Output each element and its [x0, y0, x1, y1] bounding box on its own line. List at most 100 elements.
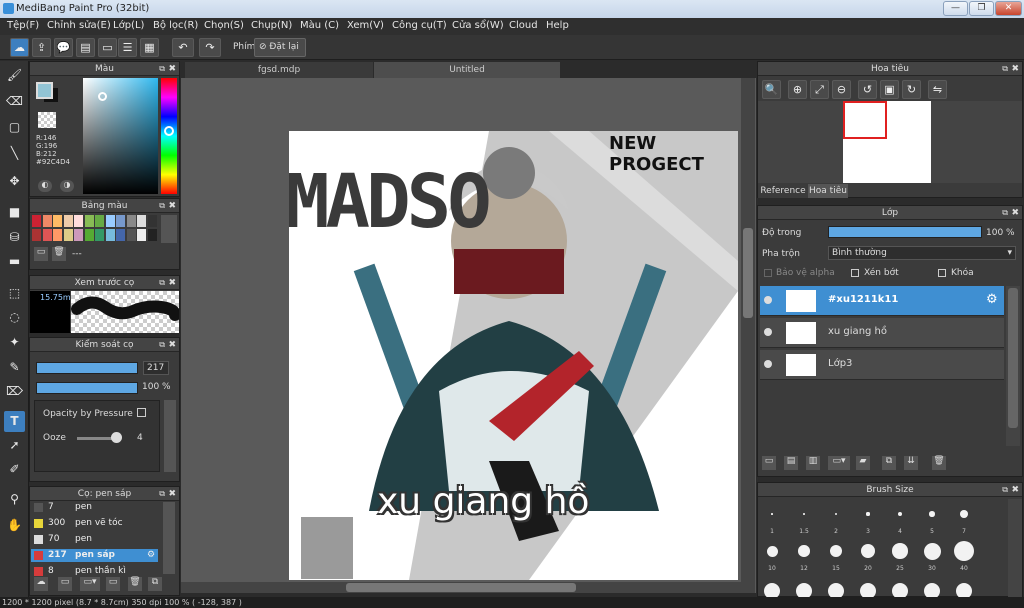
- palette-swatch[interactable]: [84, 215, 94, 227]
- brush-size-dot[interactable]: [866, 512, 870, 516]
- layer-opacity-slider[interactable]: [828, 226, 982, 238]
- clipping-checkbox[interactable]: [851, 269, 859, 277]
- menu-edit[interactable]: Chỉnh sửa(E): [47, 20, 111, 31]
- palette-swatch[interactable]: [84, 229, 94, 241]
- lock-checkbox[interactable]: [938, 269, 946, 277]
- close-icon[interactable]: ✖: [168, 487, 176, 501]
- close-button[interactable]: ✕: [995, 1, 1022, 16]
- menu-layer[interactable]: Lớp(L): [113, 20, 144, 31]
- brush-size-dot[interactable]: [798, 545, 810, 557]
- palette-swatch[interactable]: [147, 215, 157, 227]
- tab-reference[interactable]: Reference: [758, 184, 808, 198]
- palette-swatch[interactable]: [42, 215, 52, 227]
- hue-cursor[interactable]: [164, 126, 174, 136]
- popout-icon[interactable]: ⧉: [159, 62, 165, 76]
- close-icon[interactable]: ✖: [1011, 206, 1019, 220]
- popout-icon[interactable]: ⧉: [159, 338, 165, 352]
- cloud-icon[interactable]: ☁: [10, 38, 29, 57]
- canvas-vertical-scrollbar[interactable]: [741, 78, 755, 593]
- delete-brush-icon[interactable]: 🗑: [128, 577, 142, 591]
- main-color-swatch[interactable]: [36, 82, 53, 99]
- zoom-in-icon[interactable]: ⊕: [788, 80, 807, 99]
- close-icon[interactable]: ✖: [168, 199, 176, 213]
- palette-swatches[interactable]: [32, 215, 158, 243]
- close-icon[interactable]: ✖: [168, 338, 176, 352]
- palette-swatch[interactable]: [32, 229, 41, 241]
- palette-swatch[interactable]: [105, 215, 115, 227]
- add-halftone-layer-icon[interactable]: ▤: [784, 456, 798, 470]
- folder-icon[interactable]: ▰: [856, 456, 870, 470]
- horizontal-scroll-thumb[interactable]: [346, 583, 576, 592]
- canvas-horizontal-scrollbar[interactable]: [181, 582, 741, 593]
- palette-swatch[interactable]: [42, 229, 52, 241]
- popout-icon[interactable]: ⧉: [1002, 483, 1008, 497]
- palette-swatch[interactable]: [95, 229, 104, 241]
- blend-mode-select[interactable]: Bình thường ▾: [828, 246, 1016, 260]
- hand-tool-icon[interactable]: ✋: [4, 515, 25, 536]
- picker-cursor[interactable]: [98, 92, 107, 101]
- brush-size-dot[interactable]: [771, 513, 773, 515]
- reset-view-icon[interactable]: ▣: [880, 80, 899, 99]
- palette-swatch[interactable]: [116, 229, 125, 241]
- dropper-tool-icon[interactable]: ✐: [4, 459, 25, 480]
- palette-swatch[interactable]: [63, 229, 73, 241]
- visibility-icon[interactable]: [764, 296, 772, 304]
- close-icon[interactable]: ✖: [168, 276, 176, 290]
- menu-snap[interactable]: Chụp(N): [251, 20, 292, 31]
- transparent-swatch[interactable]: [38, 112, 56, 128]
- add-layer-icon[interactable]: ▭: [762, 456, 776, 470]
- palette-swatch[interactable]: [137, 229, 146, 241]
- brush-tool-icon[interactable]: 🖌: [4, 65, 25, 86]
- close-icon[interactable]: ✖: [1011, 483, 1019, 497]
- color-swap-icon[interactable]: ◑: [60, 180, 74, 192]
- navigator-preview[interactable]: [758, 101, 1022, 183]
- palette-swatch[interactable]: [126, 215, 136, 227]
- brush-list-item[interactable]: 8 pen thần kì: [31, 565, 158, 578]
- document-canvas[interactable]: NEW PROGECT MADSO xu giang hồ: [289, 131, 738, 580]
- brush-size-scrollbar[interactable]: [1008, 499, 1022, 597]
- brush-size-value[interactable]: 217: [143, 361, 169, 375]
- palette-swatch[interactable]: [95, 215, 104, 227]
- brush-size-dot[interactable]: [861, 544, 875, 558]
- bucket-tool-icon[interactable]: ⛁: [4, 227, 25, 248]
- palette-swatch[interactable]: [53, 229, 62, 241]
- layer-scroll-thumb[interactable]: [1008, 288, 1018, 428]
- menu-help[interactable]: Help: [546, 20, 569, 31]
- palette-swatch[interactable]: [126, 229, 136, 241]
- add-8bit-layer-icon[interactable]: ▥: [806, 456, 820, 470]
- cloud-brush-icon[interactable]: ☁: [34, 577, 48, 591]
- opacity-pressure-checkbox[interactable]: [137, 408, 146, 417]
- add-brush-icon[interactable]: ▭: [58, 577, 72, 591]
- brush-list-item[interactable]: 7 pen: [31, 501, 158, 514]
- navigator-viewport[interactable]: [843, 101, 887, 139]
- lasso-tool-icon[interactable]: ◌: [4, 307, 25, 328]
- hue-slider[interactable]: [161, 78, 177, 194]
- gradient-tool-icon[interactable]: ▬: [4, 251, 25, 272]
- menu-file[interactable]: Tệp(F): [7, 20, 39, 31]
- menu-filter[interactable]: Bộ lọc(R): [153, 20, 198, 31]
- menu-window[interactable]: Cửa sổ(W): [452, 20, 504, 31]
- magic-wand-tool-icon[interactable]: ✦: [4, 332, 25, 353]
- brush-size-slider[interactable]: [36, 362, 138, 374]
- brush-list-item[interactable]: 70 pen: [31, 533, 158, 546]
- palette-swatch[interactable]: [147, 229, 157, 241]
- maximize-button[interactable]: ❐: [969, 1, 994, 16]
- brush-menu-icon[interactable]: ▭▾: [80, 577, 100, 591]
- add-palette-icon[interactable]: ▭: [34, 247, 48, 261]
- palette-swatch[interactable]: [137, 215, 146, 227]
- eraser-tool-icon[interactable]: ⌫: [4, 91, 25, 112]
- fill-rect-tool-icon[interactable]: ■: [4, 202, 25, 223]
- layer-row[interactable]: Lớp3: [760, 350, 1004, 380]
- page-grid-icon[interactable]: ▦: [140, 38, 159, 57]
- comment-list-icon[interactable]: ▤: [76, 38, 95, 57]
- reset-button[interactable]: ⊘ Đặt lại: [254, 38, 306, 57]
- fit-icon[interactable]: ⤢: [810, 80, 829, 99]
- minimize-button[interactable]: —: [943, 1, 968, 16]
- popout-icon[interactable]: ⧉: [159, 199, 165, 213]
- visibility-icon[interactable]: [764, 360, 772, 368]
- brush-opacity-slider[interactable]: [36, 382, 138, 394]
- comment-icon[interactable]: 💬: [54, 38, 73, 57]
- brush-list-item[interactable]: 300 pen vẽ tóc: [31, 517, 158, 530]
- palette-swatch[interactable]: [53, 215, 62, 227]
- rectangle-tool-icon[interactable]: ▢: [4, 117, 25, 138]
